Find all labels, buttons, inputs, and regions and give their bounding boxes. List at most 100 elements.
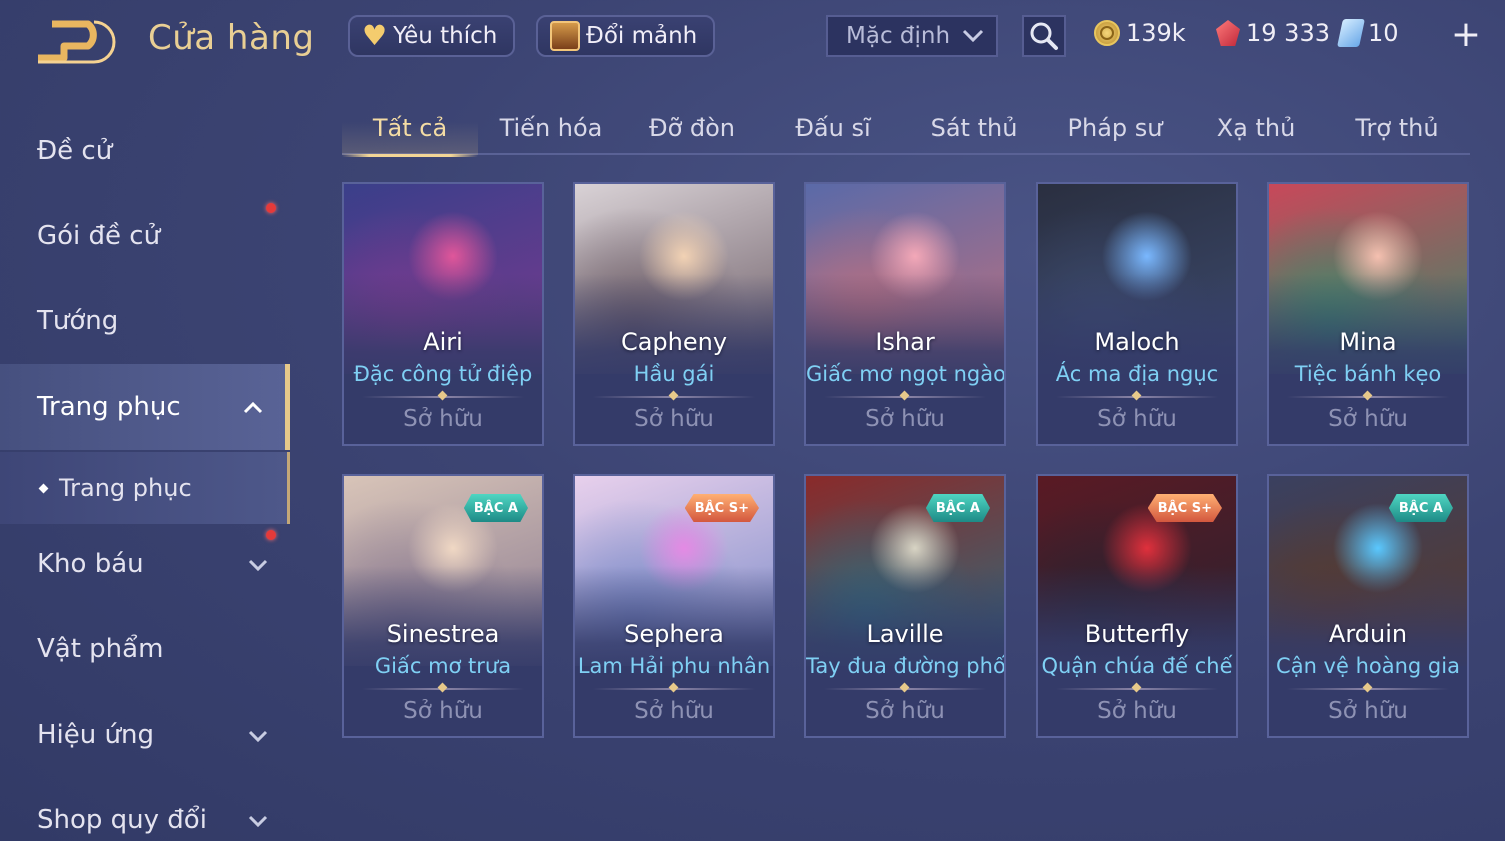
sidebar: Đề cử Gói đề cử Tướng Trang phục Trang p… (0, 100, 290, 841)
skin-card[interactable]: Airi Đặc công tử điệp Sở hữu (342, 182, 544, 446)
sidebar-item-label: Vật phẩm (37, 634, 164, 664)
skin-name: Quận chúa đế chế (1041, 654, 1233, 678)
ownership-status: Sở hữu (634, 698, 714, 724)
skin-card[interactable]: Maloch Ác ma địa ngục Sở hữu (1036, 182, 1238, 446)
sidebar-subitem-skins[interactable]: Trang phục (0, 452, 290, 524)
hero-name: Capheny (620, 328, 728, 356)
tab-marksman[interactable]: Xạ thủ (1188, 100, 1324, 155)
skin-name: Đặc công tử điệp (353, 362, 533, 386)
category-tabs: Tất cả Tiến hóa Đỡ đòn Đấu sĩ Sát thủ Ph… (342, 100, 1470, 157)
card-divider (1287, 396, 1449, 398)
sidebar-item-items[interactable]: Vật phẩm (0, 606, 290, 692)
chevron-down-icon (962, 29, 984, 43)
favorites-button[interactable]: ♥ Yêu thích (348, 15, 516, 57)
ownership-status: Sở hữu (1328, 406, 1408, 432)
skin-name: Cận vệ hoàng gia (1276, 654, 1460, 678)
sort-dropdown[interactable]: Mặc định (826, 15, 998, 57)
ownership-status: Sở hữu (1097, 406, 1177, 432)
card-divider (1287, 688, 1449, 690)
tab-all[interactable]: Tất cả (342, 100, 478, 157)
sidebar-item-heroes[interactable]: Tướng (0, 278, 290, 364)
gem-value: 19 333 (1246, 19, 1330, 47)
ownership-status: Sở hữu (1097, 698, 1177, 724)
hero-name: Mina (1339, 328, 1397, 356)
top-bar: Cửa hàng ♥ Yêu thích Đổi mảnh Mặc định 1… (0, 0, 1505, 80)
tab-mage[interactable]: Pháp sư (1047, 100, 1183, 155)
chevron-down-icon (248, 815, 268, 828)
skin-card[interactable]: BẬC S+ Sephera Lam Hải phu nhân Sở hữu (573, 474, 775, 738)
ownership-status: Sở hữu (403, 698, 483, 724)
hero-name: Airi (423, 328, 463, 356)
ruby-gem-icon (1216, 20, 1240, 46)
rank-badge: BẬC S+ (1147, 494, 1222, 522)
gold-value: 139k (1126, 19, 1186, 47)
sidebar-item-effects[interactable]: Hiệu ứng (0, 692, 290, 778)
chevron-down-icon (248, 730, 268, 743)
sidebar-item-skins[interactable]: Trang phục (0, 364, 290, 450)
ownership-status: Sở hữu (1328, 698, 1408, 724)
tab-fighter[interactable]: Đấu sĩ (765, 100, 901, 155)
sidebar-item-label: Gói đề cử (37, 221, 161, 251)
skin-card[interactable]: Ishar Giấc mơ ngọt ngào Sở hữu (804, 182, 1006, 446)
sidebar-item-recommended-bundles[interactable]: Gói đề cử (0, 193, 290, 279)
sidebar-item-exchange-shop[interactable]: Shop quy đổi (0, 777, 290, 841)
card-divider (362, 688, 524, 690)
diamond-bullet-icon (38, 483, 49, 493)
skin-card[interactable]: BẬC A Sinestrea Giấc mơ trưa Sở hữu (342, 474, 544, 738)
notification-dot (266, 530, 276, 540)
sidebar-item-recommended[interactable]: Đề cử (0, 108, 290, 194)
hero-name: Maloch (1094, 328, 1180, 356)
sidebar-item-treasure[interactable]: Kho báu (0, 521, 290, 607)
skin-card[interactable]: Capheny Hầu gái Sở hữu (573, 182, 775, 446)
tab-evolution[interactable]: Tiến hóa (483, 100, 619, 155)
card-divider (593, 688, 755, 690)
skin-name: Tay đua đường phố (806, 654, 1006, 678)
hero-name: Laville (866, 620, 944, 648)
notification-dot (266, 203, 276, 213)
skin-name: Lam Hải phu nhân (577, 654, 771, 678)
skin-name: Hầu gái (633, 362, 715, 386)
rank-badge: BẬC A (1388, 494, 1453, 522)
chevron-up-icon (243, 401, 263, 414)
rank-badge: BẬC A (925, 494, 990, 522)
heart-icon: ♥ (362, 19, 388, 52)
top-up-button[interactable]: + (1446, 13, 1486, 55)
tab-tank[interactable]: Đỡ đòn (624, 100, 760, 155)
hero-name: Arduin (1328, 620, 1408, 648)
tab-support[interactable]: Trợ thủ (1329, 100, 1465, 155)
card-divider (593, 396, 755, 398)
skin-card[interactable]: BẬC S+ Butterfly Quận chúa đế chế Sở hữu (1036, 474, 1238, 738)
skin-card[interactable]: BẬC A Arduin Cận vệ hoàng gia Sở hữu (1267, 474, 1469, 738)
exchange-fragments-button[interactable]: Đổi mảnh (536, 15, 716, 57)
card-divider (1056, 688, 1218, 690)
sidebar-item-label: Trang phục (37, 392, 181, 422)
skin-name: Giấc mơ trưa (374, 654, 512, 678)
tab-assassin[interactable]: Sát thủ (906, 100, 1042, 155)
ownership-status: Sở hữu (403, 406, 483, 432)
gem-balance: 19 333 (1216, 16, 1330, 50)
skin-name: Ác ma địa ngục (1055, 362, 1219, 386)
sidebar-item-label: Hiệu ứng (37, 720, 154, 750)
ownership-status: Sở hữu (865, 406, 945, 432)
sort-value: Mặc định (846, 23, 951, 49)
hero-name: Sephera (624, 620, 724, 648)
search-button[interactable] (1022, 15, 1066, 57)
hero-name: Butterfly (1084, 620, 1190, 648)
card-divider (1056, 396, 1218, 398)
page-title: Cửa hàng (148, 18, 315, 58)
ownership-status: Sở hữu (634, 406, 714, 432)
skin-card[interactable]: BẬC A Laville Tay đua đường phố Sở hữu (804, 474, 1006, 738)
voucher-icon (1337, 19, 1365, 47)
sidebar-item-label: Kho báu (37, 549, 144, 579)
hero-name: Ishar (875, 328, 935, 356)
plus-icon: + (1450, 13, 1482, 55)
card-divider (362, 396, 524, 398)
favorites-label: Yêu thích (393, 23, 498, 49)
skin-card[interactable]: Mina Tiệc bánh kẹo Sở hữu (1267, 182, 1469, 446)
ticket-balance: 10 (1337, 16, 1399, 50)
rank-badge: BẬC A (463, 494, 528, 522)
back-arrow-icon (38, 20, 116, 64)
sidebar-item-label: Đề cử (37, 136, 113, 166)
back-button[interactable] (34, 18, 118, 66)
gold-coin-icon (1094, 20, 1120, 46)
